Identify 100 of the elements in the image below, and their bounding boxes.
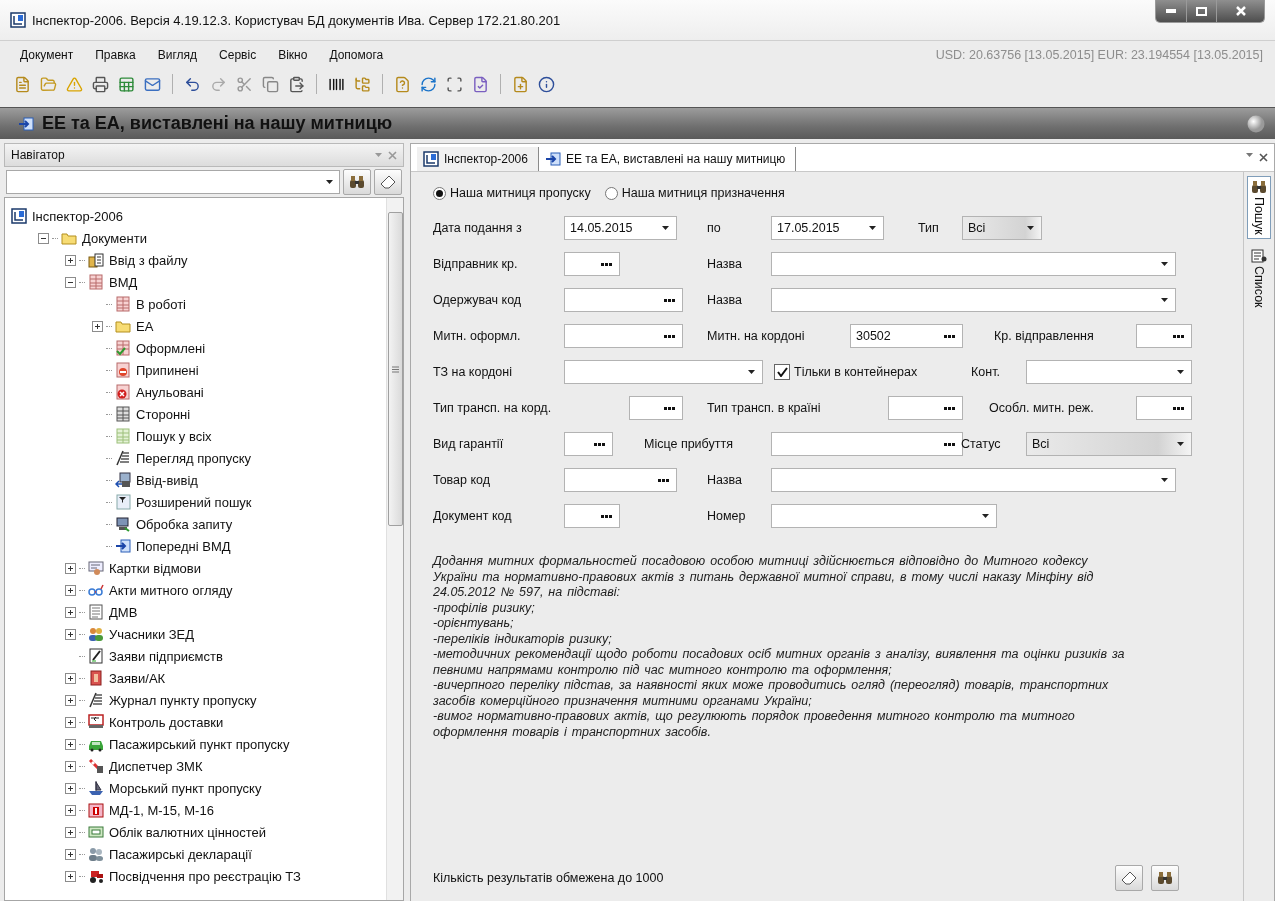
- expander[interactable]: [65, 562, 76, 574]
- expander[interactable]: [65, 276, 76, 288]
- mail-icon[interactable]: [144, 75, 161, 93]
- expander[interactable]: [65, 848, 76, 860]
- tree-item[interactable]: Пасажирський пункт пропуску: [107, 735, 292, 753]
- expander[interactable]: [65, 694, 76, 706]
- scrollbar[interactable]: [386, 198, 403, 900]
- tree-icon[interactable]: [354, 75, 371, 93]
- expander[interactable]: [65, 738, 76, 750]
- tree-item[interactable]: В роботі: [134, 295, 188, 313]
- tree-item[interactable]: Розширений пошук: [134, 493, 254, 511]
- search-field[interactable]: [6, 170, 340, 194]
- tree-item[interactable]: Журнал пункту пропуску: [107, 691, 259, 709]
- pin-icon[interactable]: [1246, 153, 1253, 157]
- checkbox[interactable]: [774, 364, 790, 380]
- tree-item[interactable]: Ввід-вивід: [134, 471, 200, 489]
- expander[interactable]: [65, 716, 76, 728]
- lookup-field[interactable]: 30502: [850, 324, 963, 348]
- tree-item[interactable]: ВМД: [107, 273, 140, 291]
- close-button[interactable]: [1216, 0, 1264, 22]
- expander[interactable]: [65, 672, 76, 684]
- expander[interactable]: [92, 320, 103, 332]
- date-field[interactable]: 17.05.2015: [771, 216, 884, 240]
- menu-item[interactable]: Допомога: [329, 48, 384, 62]
- select-field[interactable]: Всі: [1026, 432, 1192, 456]
- tree-item[interactable]: Морський пункт пропуску: [107, 779, 264, 797]
- tree-item[interactable]: Документи: [80, 229, 149, 247]
- combo-field[interactable]: [771, 252, 1176, 276]
- tree-item[interactable]: МД-1, М-15, М-16: [107, 801, 216, 819]
- lookup-field[interactable]: [564, 324, 683, 348]
- close-icon[interactable]: [1259, 153, 1268, 162]
- combo-field[interactable]: [771, 504, 997, 528]
- tree-item[interactable]: Пасажирські декларації: [107, 845, 254, 863]
- tree-item[interactable]: Ввід з файлу: [107, 251, 190, 269]
- copy-icon[interactable]: [262, 75, 279, 93]
- tree-item[interactable]: Інспектор-2006: [30, 207, 125, 225]
- tree-item[interactable]: Заяви підприємств: [107, 647, 225, 665]
- expander[interactable]: [65, 782, 76, 794]
- tree-item[interactable]: Обробка запиту: [134, 515, 235, 533]
- expander[interactable]: [65, 826, 76, 838]
- combo-field[interactable]: [564, 360, 763, 384]
- expander[interactable]: [65, 760, 76, 772]
- tree-item[interactable]: Акти митного огляду: [107, 581, 235, 599]
- side-tab[interactable]: Список: [1247, 244, 1271, 312]
- radio-button[interactable]: [433, 186, 446, 200]
- menu-item[interactable]: Сервіс: [219, 48, 257, 62]
- tree-item[interactable]: Пошук у всіх: [134, 427, 214, 445]
- spreadsheet-icon[interactable]: [118, 75, 135, 93]
- tree-item[interactable]: Учасники ЗЕД: [107, 625, 197, 643]
- tree-item[interactable]: Посвідчення про реєстрацію ТЗ: [107, 867, 303, 885]
- refresh-icon[interactable]: [420, 75, 437, 93]
- tree-item[interactable]: Перегляд пропуску: [134, 449, 254, 467]
- expander[interactable]: [65, 804, 76, 816]
- tree-item[interactable]: Диспетчер ЗМК: [107, 757, 205, 775]
- minimize-button[interactable]: [1156, 0, 1186, 22]
- lookup-field[interactable]: [771, 432, 963, 456]
- lookup-field[interactable]: [1136, 396, 1192, 420]
- menu-item[interactable]: Документ: [20, 48, 74, 62]
- undo-icon[interactable]: [184, 75, 201, 93]
- lookup-field[interactable]: [564, 288, 683, 312]
- combo-field[interactable]: [771, 288, 1176, 312]
- find-button[interactable]: [343, 169, 371, 195]
- menu-item[interactable]: Правка: [95, 48, 136, 62]
- tree-item[interactable]: Анульовані: [134, 383, 206, 401]
- expander[interactable]: [65, 870, 76, 882]
- info-icon[interactable]: [538, 75, 555, 93]
- printer-icon[interactable]: [92, 75, 109, 93]
- tree-item[interactable]: Припинені: [134, 361, 201, 379]
- expander[interactable]: [65, 628, 76, 640]
- menu-item[interactable]: Вигляд: [157, 48, 198, 62]
- expander[interactable]: [65, 606, 76, 618]
- combo-field[interactable]: [1026, 360, 1192, 384]
- lookup-field[interactable]: [888, 396, 963, 420]
- lookup-field[interactable]: [564, 468, 677, 492]
- lookup-field[interactable]: [629, 396, 683, 420]
- tree-item[interactable]: Картки відмови: [107, 559, 203, 577]
- select-field[interactable]: Всі: [962, 216, 1042, 240]
- tree-item[interactable]: ДМВ: [107, 603, 140, 621]
- lookup-field[interactable]: [564, 252, 620, 276]
- radio-button[interactable]: [604, 186, 618, 200]
- menu-item[interactable]: Вікно: [278, 48, 308, 62]
- clear-button[interactable]: [1115, 865, 1143, 891]
- help-icon[interactable]: [394, 75, 411, 93]
- date-field[interactable]: 14.05.2015: [564, 216, 677, 240]
- expander[interactable]: [38, 232, 49, 244]
- tab[interactable]: Інспектор-2006: [417, 147, 539, 171]
- lookup-field[interactable]: [564, 432, 613, 456]
- lookup-field[interactable]: [564, 504, 620, 528]
- tree-item[interactable]: Контроль доставки: [107, 713, 226, 731]
- tree-item[interactable]: Попередні ВМД: [134, 537, 233, 555]
- expander[interactable]: [65, 254, 76, 266]
- tree-item[interactable]: Сторонні: [134, 405, 193, 423]
- combo-field[interactable]: [771, 468, 1176, 492]
- paste-icon[interactable]: [288, 75, 305, 93]
- expander[interactable]: [65, 584, 76, 596]
- checklist-icon[interactable]: [472, 75, 489, 93]
- side-tab[interactable]: Пошук: [1247, 176, 1271, 239]
- tree-item[interactable]: Оформлені: [134, 339, 208, 357]
- maximize-button[interactable]: [1186, 0, 1216, 22]
- lookup-field[interactable]: [1136, 324, 1192, 348]
